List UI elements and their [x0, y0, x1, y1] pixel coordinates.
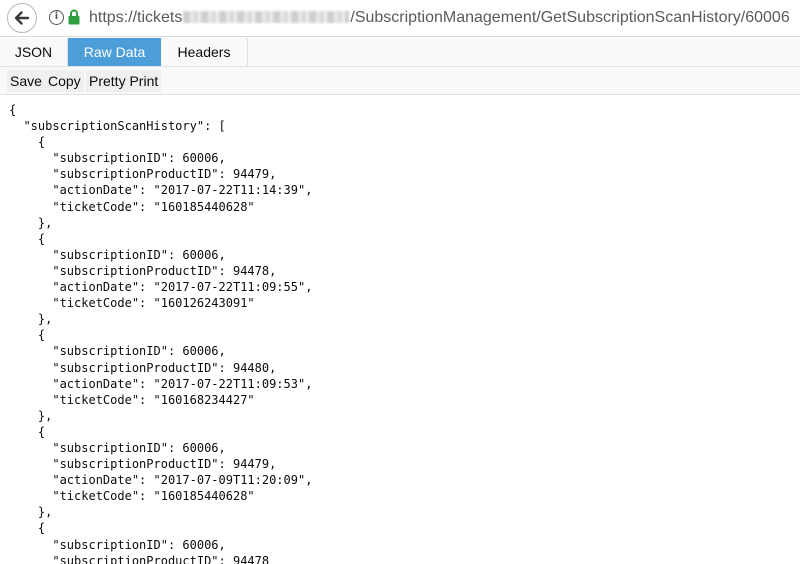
browser-window: i https://tickets/SubscriptionManagement…: [0, 0, 800, 564]
raw-json-text: { "subscriptionScanHistory": [ { "subscr…: [9, 103, 313, 564]
raw-data-panel: { "subscriptionScanHistory": [ { "subscr…: [9, 102, 794, 564]
url-prefix: https://tickets: [89, 9, 183, 26]
site-info-icon[interactable]: i: [49, 10, 64, 25]
url-field[interactable]: https://tickets/SubscriptionManagement/G…: [89, 8, 790, 28]
url-path: /SubscriptionManagement/GetSubscriptionS…: [350, 9, 790, 26]
pretty-print-button[interactable]: Pretty Print: [86, 70, 162, 92]
copy-button[interactable]: Copy: [45, 70, 84, 92]
back-arrow-icon: [14, 11, 30, 25]
raw-data-toolbar: Save Copy Pretty Print: [0, 67, 800, 95]
lock-icon: [68, 9, 80, 25]
back-button[interactable]: [7, 3, 37, 33]
tab-json[interactable]: JSON: [0, 38, 68, 66]
viewer-tabs: JSON Raw Data Headers: [0, 38, 800, 67]
redacted-domain: [183, 11, 350, 23]
tab-headers[interactable]: Headers: [161, 38, 248, 66]
tab-raw-data[interactable]: Raw Data: [68, 38, 161, 66]
address-bar: i https://tickets/SubscriptionManagement…: [0, 0, 800, 37]
save-button[interactable]: Save: [7, 70, 45, 92]
